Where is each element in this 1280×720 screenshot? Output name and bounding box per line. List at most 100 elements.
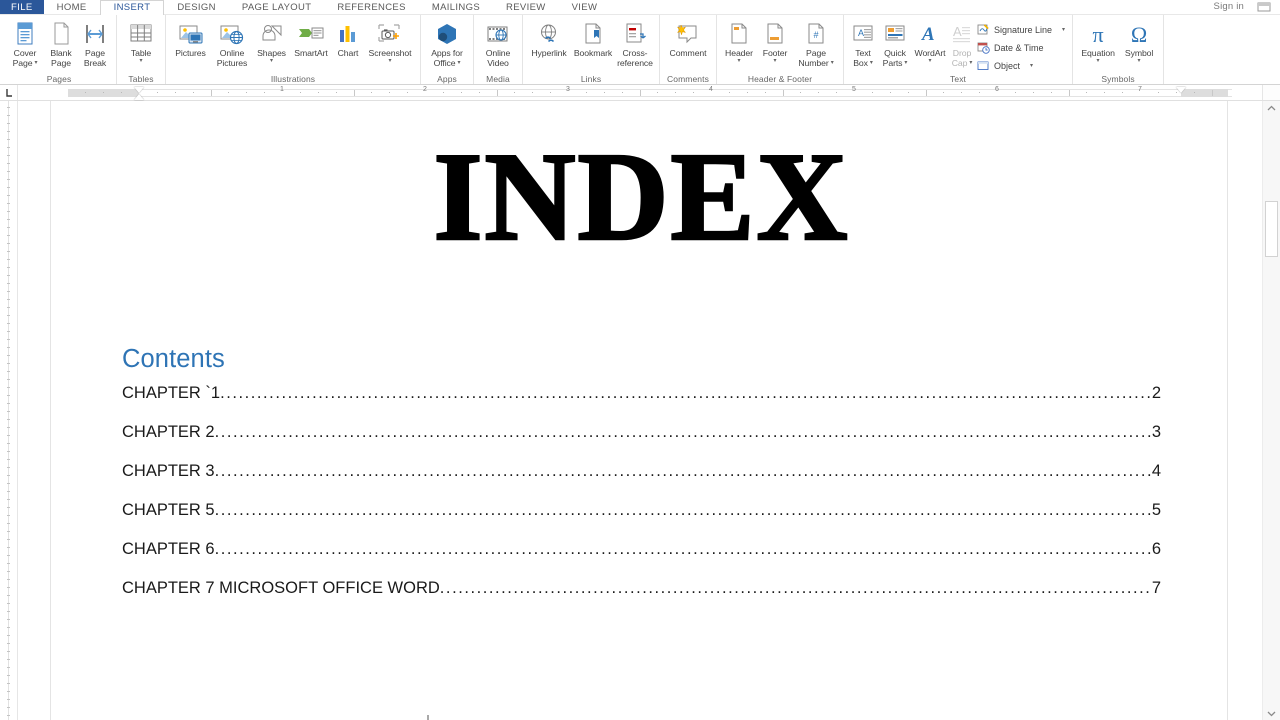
apps-for-office-icon <box>434 21 460 47</box>
toc-entry[interactable]: CHAPTER 5...............................… <box>122 501 1161 540</box>
chevron-down-icon[interactable]: ▾ <box>737 58 740 64</box>
document-workspace: INDEX Contents CHAPTER `1...............… <box>0 101 1280 720</box>
header-button[interactable]: Header ▾ <box>721 18 757 64</box>
toc-entry[interactable]: CHAPTER 2...............................… <box>122 423 1161 462</box>
page-break-button[interactable]: Page Break <box>78 18 112 68</box>
vertical-scrollbar[interactable] <box>1262 101 1280 720</box>
vertical-ruler-tick <box>7 707 10 708</box>
ribbon-display-options-icon[interactable] <box>1256 1 1272 13</box>
chevron-down-icon[interactable]: ▾ <box>969 60 972 66</box>
chevron-down-icon[interactable]: ▾ <box>773 58 776 64</box>
toc-entry[interactable]: CHAPTER 6...............................… <box>122 540 1161 579</box>
signature-line-button[interactable]: Signature Line ▾ <box>976 22 1068 37</box>
wordart-button[interactable]: A WordArt ▾ <box>912 18 948 64</box>
tab-references[interactable]: REFERENCES <box>324 0 418 14</box>
cross-reference-icon <box>624 21 646 47</box>
footer-label: Footer <box>762 48 788 58</box>
equation-button[interactable]: π Equation ▾ <box>1077 18 1119 64</box>
hanging-indent-marker[interactable] <box>134 94 144 100</box>
vertical-ruler-tick <box>7 203 10 204</box>
right-indent-marker[interactable] <box>1176 87 1186 93</box>
text-box-button[interactable]: A Text Box ▾ <box>848 18 878 68</box>
ruler-tick <box>264 92 266 93</box>
chevron-down-icon[interactable]: ▾ <box>458 60 461 66</box>
tab-mailings[interactable]: MAILINGS <box>419 0 493 14</box>
scroll-down-button[interactable] <box>1263 706 1280 720</box>
first-line-indent-marker[interactable] <box>134 87 144 93</box>
tab-insert[interactable]: INSERT <box>99 0 165 15</box>
chevron-down-icon[interactable]: ▾ <box>1030 62 1033 69</box>
document-canvas[interactable]: INDEX Contents CHAPTER `1...............… <box>18 101 1262 720</box>
table-button[interactable]: Table ▾ <box>121 18 161 64</box>
ruler-tick <box>550 92 552 93</box>
chevron-down-icon[interactable]: ▾ <box>1138 58 1141 64</box>
online-pictures-button[interactable]: Online Pictures <box>211 18 253 68</box>
ruler-tick <box>1032 92 1034 93</box>
shapes-button[interactable]: Shapes ▾ <box>253 18 290 64</box>
vertical-ruler-tick <box>7 299 10 300</box>
scroll-up-button[interactable] <box>1263 101 1280 115</box>
pictures-button[interactable]: Pictures <box>170 18 211 58</box>
chevron-down-icon[interactable]: ▾ <box>1062 26 1065 33</box>
tab-home[interactable]: HOME <box>44 0 100 14</box>
date-time-button[interactable]: Date & Time <box>976 40 1068 55</box>
cover-page-button[interactable]: Cover Page ▾ <box>6 18 44 68</box>
ruler-tick <box>1157 92 1159 93</box>
footer-button[interactable]: Footer ▾ <box>757 18 793 64</box>
chevron-down-icon[interactable]: ▾ <box>270 58 273 64</box>
vertical-ruler-tick <box>7 275 10 276</box>
online-video-button[interactable]: Online Video <box>478 18 518 68</box>
horizontal-ruler[interactable]: 1 2 3 4 5 6 7 <box>18 85 1262 100</box>
ruler-tick <box>1068 90 1070 96</box>
tab-page-layout[interactable]: PAGE LAYOUT <box>229 0 325 14</box>
chevron-down-icon[interactable]: ▾ <box>928 58 931 64</box>
document-page[interactable]: INDEX Contents CHAPTER `1...............… <box>50 101 1228 720</box>
vertical-ruler-tick <box>7 579 10 580</box>
chevron-down-icon[interactable]: ▾ <box>904 60 907 66</box>
tab-design[interactable]: DESIGN <box>164 0 229 14</box>
symbol-button[interactable]: Ω Symbol ▾ <box>1119 18 1159 64</box>
apps-for-office-button[interactable]: Apps for Office ▾ <box>425 18 469 68</box>
chevron-down-icon[interactable]: ▾ <box>870 60 873 66</box>
sign-in-button[interactable]: Sign in <box>1214 1 1244 12</box>
bookmark-button[interactable]: Bookmark <box>571 18 615 58</box>
screenshot-button[interactable]: Screenshot ▾ <box>364 18 416 64</box>
chevron-down-icon[interactable]: ▾ <box>1097 58 1100 64</box>
toc-entry[interactable]: CHAPTER 3...............................… <box>122 462 1161 501</box>
chevron-down-icon[interactable]: ▾ <box>388 58 391 64</box>
hyperlink-button[interactable]: Hyperlink <box>527 18 571 58</box>
smartart-button[interactable]: SmartArt <box>290 18 332 58</box>
ribbon-group-label-media: Media <box>486 74 510 84</box>
toc-entry[interactable]: CHAPTER `1..............................… <box>122 384 1161 423</box>
tab-review[interactable]: REVIEW <box>493 0 559 14</box>
vertical-ruler[interactable] <box>0 101 18 720</box>
svg-text:A: A <box>921 24 935 45</box>
cross-reference-button[interactable]: Cross-reference <box>615 18 655 68</box>
comment-button[interactable]: Comment <box>664 18 712 58</box>
shapes-label: Shapes <box>257 48 286 58</box>
ruler-number: 6 <box>995 86 999 93</box>
chart-button[interactable]: Chart <box>332 18 364 58</box>
ribbon: Cover Page▾ Blank Page Page Break Pages <box>0 15 1280 85</box>
tab-stop-selector[interactable] <box>0 85 18 100</box>
chart-icon <box>337 21 359 47</box>
page-number-button[interactable]: # Page Number ▾ <box>793 18 839 68</box>
object-button[interactable]: Object ▾ <box>976 58 1068 73</box>
chevron-down-icon[interactable]: ▾ <box>139 58 142 64</box>
chevron-down-icon[interactable]: ▾ <box>831 60 834 66</box>
tab-view[interactable]: VIEW <box>559 0 611 14</box>
ruler-tick <box>1175 92 1177 93</box>
ruler-tick <box>85 92 87 93</box>
tab-file[interactable]: FILE <box>0 0 44 14</box>
blank-page-icon <box>51 21 71 47</box>
blank-page-button[interactable]: Blank Page <box>44 18 78 68</box>
scrollbar-thumb[interactable] <box>1265 201 1278 257</box>
chevron-down-icon[interactable]: ▾ <box>34 60 37 66</box>
text-box-label: Text Box ▾ <box>853 48 873 68</box>
quick-parts-button[interactable]: Quick Parts ▾ <box>878 18 912 68</box>
vertical-ruler-tick <box>7 339 10 340</box>
drop-cap-button[interactable]: A Drop Cap ▾ <box>948 18 976 68</box>
vertical-ruler-tick <box>7 371 10 372</box>
toc-entry[interactable]: CHAPTER 7 MICROSOFT OFFICE WORD.........… <box>122 579 1161 618</box>
table-label: Table <box>130 48 152 58</box>
